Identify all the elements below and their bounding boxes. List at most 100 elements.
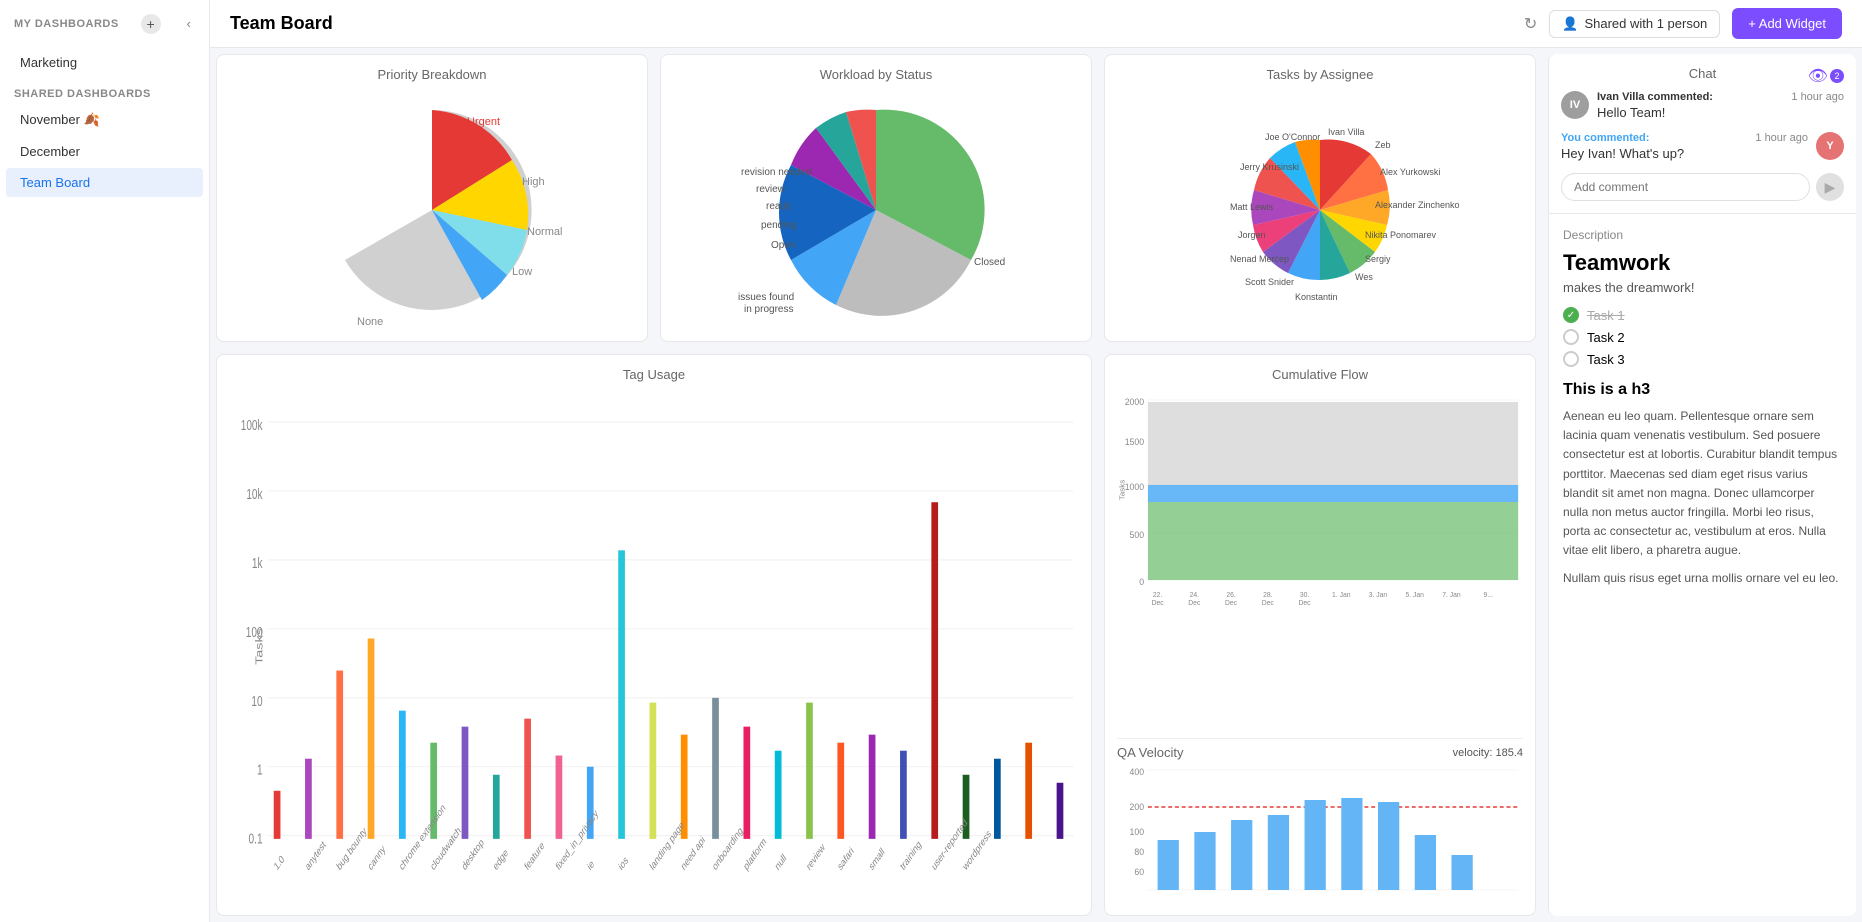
svg-text:Normal: Normal	[527, 226, 562, 238]
task-1-label: Task 1	[1587, 308, 1625, 323]
task-2-check[interactable]	[1563, 329, 1579, 345]
shared-button[interactable]: 👤 Shared with 1 person	[1549, 10, 1720, 38]
refresh-button[interactable]: ↻	[1524, 14, 1537, 34]
sidebar-my-dashboards-header: MY DASHBOARDS + ‹	[0, 0, 209, 47]
task-item-3: Task 3	[1563, 351, 1842, 367]
description-h3: This is a h3	[1563, 381, 1842, 399]
svg-text:review: review	[805, 841, 827, 873]
svg-text:Jorgen: Jorgen	[1238, 230, 1266, 240]
svg-text:Dec: Dec	[1225, 600, 1238, 607]
add-dashboard-button[interactable]: +	[141, 14, 161, 34]
sidebar-item-december[interactable]: December	[6, 137, 203, 166]
svg-text:10: 10	[251, 693, 262, 709]
svg-text:100k: 100k	[241, 417, 263, 433]
svg-text:Dec: Dec	[1299, 600, 1312, 607]
svg-text:9...: 9...	[1484, 592, 1493, 599]
svg-text:in progress: in progress	[744, 304, 793, 315]
chat-time-2: 1 hour ago	[1755, 132, 1808, 144]
svg-text:26.: 26.	[1226, 592, 1235, 599]
svg-text:80: 80	[1134, 847, 1144, 857]
eye-icon: 👁	[1808, 66, 1828, 86]
task-list: ✓ Task 1 Task 2 Task 3	[1563, 307, 1842, 367]
svg-text:500: 500	[1130, 530, 1145, 540]
sidebar-item-november[interactable]: November 🍂	[6, 105, 203, 135]
svg-text:safari: safari	[836, 845, 856, 873]
chat-author-2: You commented:	[1561, 132, 1649, 144]
svg-text:small: small	[868, 846, 887, 874]
svg-text:Tasks: Tasks	[1118, 480, 1127, 500]
priority-breakdown-widget: Priority Breakdown Urgent High No	[216, 54, 648, 342]
svg-text:None: None	[357, 316, 383, 328]
svg-text:edge: edge	[492, 847, 511, 874]
cumulative-chart: 2000 1500 1000 500 0 Tasks	[1117, 390, 1523, 738]
svg-text:revision needed: revision needed	[741, 167, 812, 178]
svg-text:Ivan Villa: Ivan Villa	[1328, 127, 1364, 137]
chat-text-2: Hey Ivan! What's up?	[1561, 146, 1808, 161]
svg-text:Sergiy: Sergiy	[1365, 254, 1391, 264]
svg-text:1500: 1500	[1125, 437, 1144, 447]
page-title: Team Board	[230, 13, 1524, 34]
my-dashboards-label: MY DASHBOARDS	[14, 18, 119, 30]
svg-text:28.: 28.	[1263, 592, 1272, 599]
svg-text:training: training	[899, 838, 923, 873]
task-item-2: Task 2	[1563, 329, 1842, 345]
svg-text:1k: 1k	[252, 555, 263, 571]
send-button[interactable]: ▶	[1816, 173, 1844, 201]
svg-text:200: 200	[1130, 802, 1145, 812]
sidebar-item-team-board[interactable]: Team Board	[6, 168, 203, 197]
task-3-label: Task 3	[1587, 352, 1625, 367]
svg-text:3. Jan: 3. Jan	[1369, 592, 1388, 599]
svg-text:Dec: Dec	[1188, 600, 1201, 607]
task-3-check[interactable]	[1563, 351, 1579, 367]
shared-dashboards-label: SHARED DASHBOARDS	[0, 78, 209, 104]
description-subtitle: makes the dreamwork!	[1563, 280, 1842, 295]
tag-usage-widget: Tag Usage 100k 10k 1k 100 10 1 0.1 Tasks	[216, 354, 1092, 916]
svg-text:Joe O'Connor: Joe O'Connor	[1265, 132, 1320, 142]
task-1-check[interactable]: ✓	[1563, 307, 1579, 323]
collapse-sidebar-button[interactable]: ‹	[183, 12, 195, 35]
svg-text:2000: 2000	[1125, 397, 1144, 407]
eye-badge: 👁 2	[1808, 66, 1844, 86]
svg-text:issues found: issues found	[738, 292, 794, 303]
svg-text:0.1: 0.1	[249, 831, 263, 847]
svg-text:Dec: Dec	[1262, 600, 1275, 607]
topbar-actions: ↻ 👤 Shared with 1 person + Add Widget	[1524, 8, 1842, 39]
svg-text:canny: canny	[366, 843, 387, 873]
svg-text:7. Jan: 7. Jan	[1442, 592, 1461, 599]
svg-text:High: High	[522, 176, 545, 188]
tasks-by-assignee-widget: Tasks by Assignee	[1104, 54, 1536, 342]
svg-text:Nenad Merćep: Nenad Merćep	[1230, 254, 1289, 264]
svg-text:need api: need api	[680, 834, 707, 873]
svg-text:0: 0	[1139, 577, 1144, 587]
add-widget-button[interactable]: + Add Widget	[1732, 8, 1842, 39]
user-icon: 👤	[1562, 16, 1578, 32]
svg-text:feature: feature	[523, 840, 547, 874]
task-item-1: ✓ Task 1	[1563, 307, 1842, 323]
svg-text:1: 1	[257, 762, 263, 778]
tasks-by-assignee-title: Tasks by Assignee	[1117, 67, 1523, 82]
priority-pie-container: Urgent High Normal Low None	[229, 90, 635, 330]
svg-text:pending: pending	[761, 220, 797, 231]
description-label: Description	[1563, 228, 1842, 242]
svg-text:Tasks: Tasks	[254, 628, 265, 665]
cumulative-title: Cumulative Flow	[1117, 367, 1523, 382]
svg-text:Konstantin: Konstantin	[1295, 292, 1338, 302]
svg-text:400: 400	[1130, 767, 1145, 777]
cumulative-widget: Cumulative Flow 2000 1500 1000 500 0 Tas…	[1104, 354, 1536, 916]
svg-text:60: 60	[1134, 867, 1144, 877]
add-comment-input[interactable]	[1561, 173, 1810, 201]
svg-text:100: 100	[1130, 827, 1145, 837]
chat-message-2: You commented: 1 hour ago Hey Ivan! What…	[1561, 132, 1844, 161]
you-avatar: Y	[1816, 132, 1844, 160]
svg-text:Jerry Krusinski: Jerry Krusinski	[1240, 162, 1299, 172]
svg-text:Urgent: Urgent	[467, 116, 500, 128]
svg-text:ios: ios	[617, 854, 630, 873]
sidebar: MY DASHBOARDS + ‹ Marketing SHARED DASHB…	[0, 0, 210, 922]
chat-author-1: Ivan Villa commented:	[1597, 91, 1713, 103]
svg-text:1.0: 1.0	[273, 853, 287, 873]
sidebar-item-marketing[interactable]: Marketing	[6, 48, 203, 77]
svg-text:Open: Open	[771, 240, 795, 251]
ivan-avatar: IV	[1561, 91, 1589, 119]
svg-text:24.: 24.	[1190, 592, 1199, 599]
chat-text-1: Hello Team!	[1597, 105, 1844, 120]
